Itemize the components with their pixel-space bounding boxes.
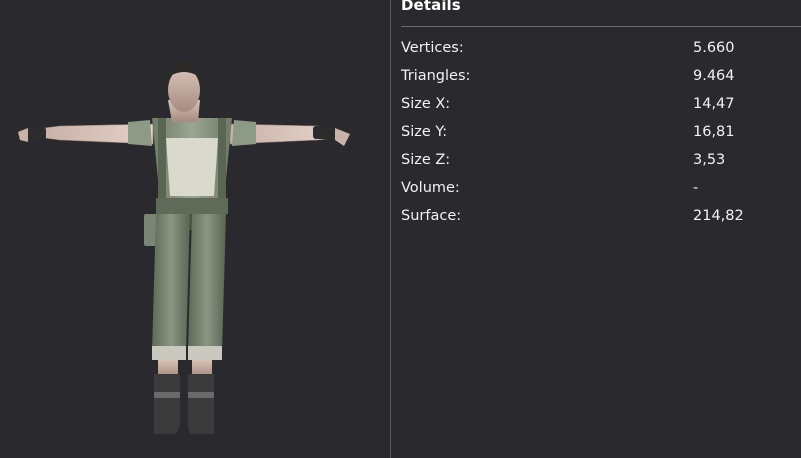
detail-value: - — [693, 180, 699, 196]
detail-row-volume: Volume: - — [401, 180, 801, 208]
detail-label: Size Z: — [401, 152, 451, 168]
detail-value: 3,53 — [693, 152, 726, 168]
model-viewer: Details Vertices: 5.660 Triangles: 9.464… — [0, 0, 801, 458]
detail-label: Vertices: — [401, 40, 464, 56]
detail-value: 16,81 — [693, 124, 735, 140]
detail-label: Triangles: — [401, 68, 471, 84]
3d-viewport[interactable] — [0, 0, 390, 458]
detail-value: 14,47 — [693, 96, 735, 112]
detail-row-size-x: Size X: 14,47 — [401, 96, 801, 124]
detail-value: 214,82 — [693, 208, 744, 224]
detail-row-vertices: Vertices: 5.660 — [401, 40, 801, 68]
detail-label: Size X: — [401, 96, 451, 112]
detail-label: Size Y: — [401, 124, 448, 140]
details-panel: Details Vertices: 5.660 Triangles: 9.464… — [391, 0, 801, 458]
details-rule — [401, 26, 801, 27]
detail-value: 9.464 — [693, 68, 735, 84]
detail-row-size-y: Size Y: 16,81 — [401, 124, 801, 152]
detail-label: Volume: — [401, 180, 460, 196]
detail-row-size-z: Size Z: 3,53 — [401, 152, 801, 180]
character-model — [18, 62, 350, 434]
details-rows: Vertices: 5.660 Triangles: 9.464 Size X:… — [401, 40, 801, 236]
detail-label: Surface: — [401, 208, 462, 224]
detail-value: 5.660 — [693, 40, 735, 56]
details-title: Details — [401, 0, 461, 14]
detail-row-triangles: Triangles: 9.464 — [401, 68, 801, 96]
detail-row-surface: Surface: 214,82 — [401, 208, 801, 236]
